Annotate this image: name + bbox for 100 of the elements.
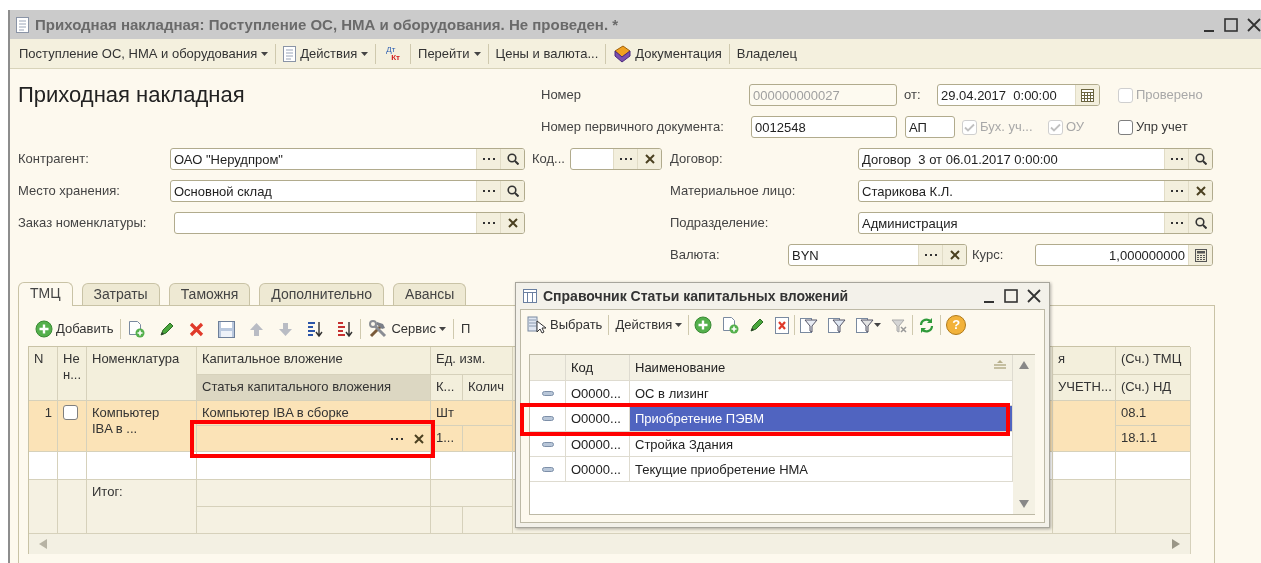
search-icon [1194,153,1207,165]
search-button[interactable] [500,181,524,201]
input-field[interactable]: 0012548 [751,116,897,138]
input-field[interactable]: ОАО "Нерудпром" [170,148,525,170]
toolbar-button[interactable]: Цены и валюта... [488,43,606,64]
ellipsis-icon [391,436,403,441]
choose-button[interactable] [1164,213,1188,233]
close-icon [507,218,518,228]
save-icon[interactable] [218,320,236,338]
clear-button[interactable] [637,149,661,169]
field-label: Договор: [670,151,724,167]
delete-icon[interactable] [189,321,205,337]
filter-icon[interactable] [828,316,847,334]
checkbox[interactable] [63,405,78,420]
list-item[interactable]: Стройка Здания [630,432,1013,457]
input-field[interactable]: 29.04.2017 0:00:00 [937,84,1100,106]
select-button[interactable]: Выбрать [521,315,609,335]
column-header: Наименование [635,360,726,375]
choose-button[interactable] [1164,181,1188,201]
debit-credit-button[interactable]: Дт Кт [376,45,411,62]
add-button[interactable]: Добавить [28,320,121,338]
field-label: Номер первичного документа: [541,119,725,135]
vertical-scrollbar[interactable] [1013,355,1035,514]
checkbox-label: Бух. уч... [980,119,1033,135]
copy-icon[interactable] [722,316,740,334]
caret-icon [473,51,481,56]
field-label: от: [904,87,922,103]
checkbox-label: Проверено [1136,87,1203,103]
toolbar-button[interactable]: П [454,321,478,337]
input-field[interactable] [174,212,525,234]
horizontal-scrollbar[interactable] [29,534,1191,554]
column-header: УЧЕТН... [1053,375,1116,401]
input-field[interactable] [197,426,431,452]
menu-button[interactable]: Действия [609,317,689,333]
add-icon[interactable] [694,316,713,334]
choose-button[interactable] [476,149,500,169]
input-field[interactable]: Администрация [858,212,1213,234]
close-icon[interactable] [1027,289,1041,303]
input-field[interactable]: Основной склад [170,180,525,202]
input-field[interactable] [570,148,662,170]
tab[interactable]: Таможня [168,283,251,305]
input-field[interactable]: BYN [788,244,967,266]
maximize-icon[interactable] [1004,289,1018,303]
menu-button[interactable]: Сервис [361,319,453,339]
clear-button[interactable] [500,213,524,233]
tab[interactable]: Затраты [81,283,160,305]
checkbox[interactable] [1118,119,1133,135]
choose-button[interactable] [476,181,500,201]
choose-button[interactable] [1164,149,1188,169]
choose-button[interactable] [613,149,637,169]
menu-button[interactable]: Поступление ОС, НМА и оборудования [12,43,276,64]
input-field[interactable]: АП [905,116,955,138]
clear-button[interactable] [1188,181,1212,201]
calendar-button[interactable] [1075,85,1099,105]
menu-button[interactable]: Действия [276,43,376,64]
column-header: (Сч.) ТМЦ [1116,347,1191,375]
filter-off-icon[interactable] [891,316,908,334]
table-cell [29,452,58,480]
input-field[interactable]: Старикова К.Л. [858,180,1213,202]
field-label: Валюта: [670,247,721,263]
search-button[interactable] [500,149,524,169]
copy-icon[interactable] [128,320,146,338]
calculator-icon [1194,248,1207,262]
menu-button[interactable]: Перейти [411,43,488,64]
list-item[interactable]: Приобретение ПЭВМ [630,406,1013,432]
close-icon [1195,186,1206,196]
list-item[interactable]: Текущие приобретение НМА [630,457,1013,482]
caret-icon [439,327,446,331]
pencil-icon[interactable] [749,317,766,333]
close-icon [644,154,655,164]
clear-button[interactable] [942,245,966,265]
pencil-icon[interactable] [159,321,176,337]
toolbar-button[interactable]: Владелец [729,43,804,64]
input-field[interactable]: 1,000000000 [1035,244,1213,266]
choose-button[interactable] [476,213,500,233]
filter-icon[interactable] [800,316,819,334]
table-cell: Шт [431,401,513,426]
document-icon [283,45,297,62]
refresh-icon[interactable] [918,316,936,334]
sort-ascending-icon[interactable] [307,320,324,338]
toolbar-button[interactable]: Документация [606,42,729,65]
form-heading: Приходная накладная [18,81,246,109]
delete-icon[interactable] [775,316,790,334]
search-button[interactable] [1188,149,1212,169]
tab[interactable]: Авансы [393,283,467,305]
tab[interactable]: Дополнительно [259,283,385,305]
table-cell: О0000... [566,381,630,406]
input-field[interactable]: Договор 3 от 06.01.2017 0:00:00 [858,148,1213,170]
sort-descending-icon[interactable] [337,320,354,338]
checkbox-label: ОУ [1066,119,1085,135]
table-cell: О0000... [566,457,630,482]
tab[interactable]: ТМЦ [18,282,73,306]
ellipsis-icon [619,157,632,161]
choose-button[interactable] [918,245,942,265]
ellipsis-icon [482,157,495,161]
close-icon[interactable] [1247,17,1261,32]
search-button[interactable] [1188,213,1212,233]
maximize-icon[interactable] [1224,17,1238,32]
totals-label: Итог: [87,480,197,534]
calculator-button[interactable] [1188,245,1212,265]
